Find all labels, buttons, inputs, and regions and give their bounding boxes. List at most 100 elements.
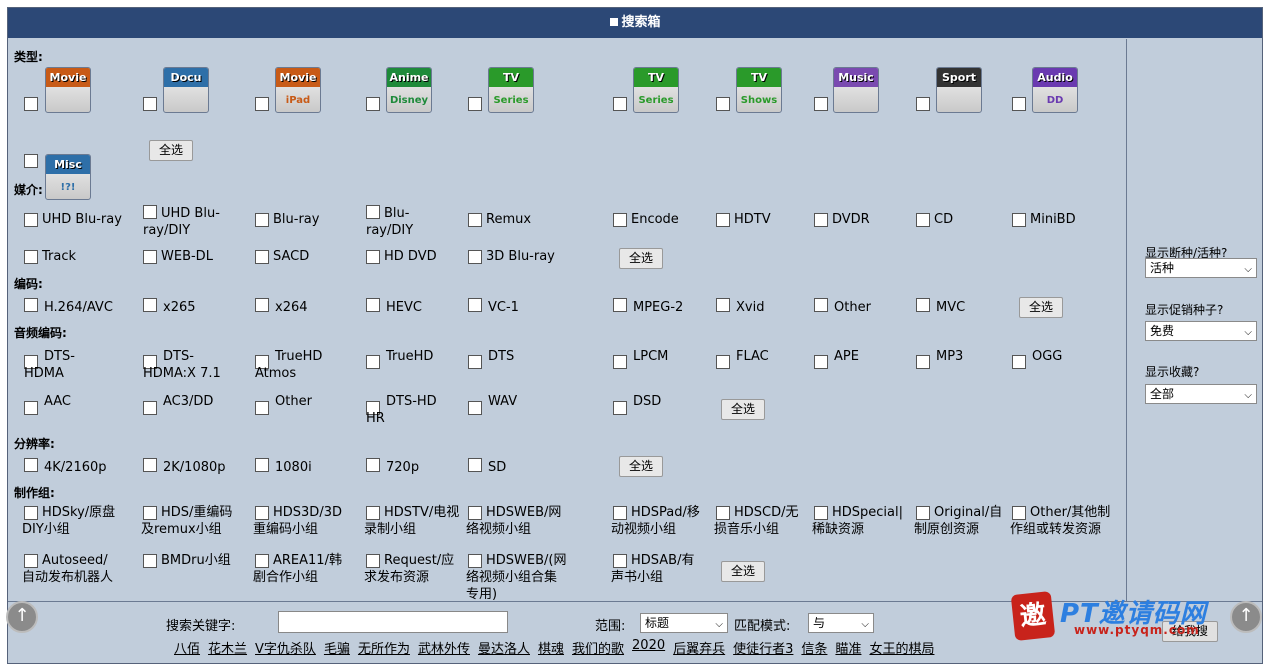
team-item-label: HDSCD/无损音乐小组 xyxy=(714,505,799,537)
team-item-label: HDSWEB/网络视频小组 xyxy=(466,505,562,537)
scope-select[interactable]: 标题 ⌵ xyxy=(640,613,728,633)
hot-keyword-link[interactable]: V字仇杀队 xyxy=(255,638,316,657)
select-all-team-button[interactable]: 全选 xyxy=(721,561,766,582)
codec-item-label: x264 xyxy=(275,300,308,315)
hot-keyword-link[interactable]: 我们的歌 xyxy=(572,638,624,657)
audio-item-label: FLAC xyxy=(736,349,769,364)
category-top-label: Music xyxy=(834,68,878,87)
audio-item-label: DTS-HD HR xyxy=(366,394,437,426)
misc-category-icon[interactable]: Misc!?! xyxy=(45,154,91,200)
hot-keyword-link[interactable]: 瞄准 xyxy=(835,638,861,657)
scope-label: 范围: xyxy=(595,619,626,634)
keyword-input[interactable] xyxy=(278,611,508,633)
movie-category-icon[interactable]: Movie iPad xyxy=(275,67,321,113)
team-item-label: Autoseed/自动发布机器人 xyxy=(22,553,114,585)
select-all-codec-button[interactable]: 全选 xyxy=(1019,297,1064,318)
section-resolution-label: 分辨率: xyxy=(14,437,55,451)
team-item-label: Other/其他制作组或转发资源 xyxy=(1010,505,1111,537)
hot-keyword-link[interactable]: 八佰 xyxy=(174,638,200,657)
section-team-label: 制作组: xyxy=(14,486,55,500)
search-box-panel: 搜索箱 类型: Movie Docu Movie iPad Anime Disney TV S… xyxy=(6,7,1263,664)
category-checkbox[interactable] xyxy=(24,154,38,168)
select-all-resolution-button[interactable]: 全选 xyxy=(619,456,664,477)
anime-category-icon[interactable]: Anime Disney xyxy=(386,67,432,113)
watermark-logo-icon: 邀 xyxy=(1010,591,1056,641)
hot-keyword-link[interactable]: 女王的棋局 xyxy=(869,638,934,657)
chevron-down-icon: ⌵ xyxy=(1244,327,1252,338)
category-checkbox[interactable] xyxy=(613,97,627,111)
category-checkbox[interactable] xyxy=(255,97,269,111)
category-bottom-label xyxy=(164,87,208,112)
hot-keyword-link[interactable]: 无所作为 xyxy=(358,638,410,657)
filter-area: 类型: Movie Docu Movie iPad Anime Disney TV Serie… xyxy=(8,39,1127,602)
category-checkbox[interactable] xyxy=(814,97,828,111)
hot-keyword-link[interactable]: 后翼弃兵 xyxy=(673,638,725,657)
promotion-value: 免费 xyxy=(1150,324,1175,338)
audio-item-label: TrueHD Atmos xyxy=(255,349,323,381)
hot-keyword-link[interactable]: 武林外传 xyxy=(418,638,470,657)
category-bottom-label: Series xyxy=(638,95,674,106)
select-all-type-button[interactable]: 全选 xyxy=(149,140,194,161)
medium-item-label: MiniBD xyxy=(1030,212,1076,227)
medium-item-label: Track xyxy=(42,249,77,264)
team-item-label: AREA11/韩剧合作小组 xyxy=(253,553,342,585)
team-item-label: HDS3D/3D重编码小组 xyxy=(253,505,342,537)
hot-keyword-link[interactable]: 棋魂 xyxy=(538,638,564,657)
audio-item-label: AAC xyxy=(44,394,71,409)
dead-alive-select[interactable]: 活种 ⌵ xyxy=(1145,258,1257,278)
tv-category-icon[interactable]: TV Series xyxy=(488,67,534,113)
category-checkbox[interactable] xyxy=(24,97,38,111)
category-top-label: Sport xyxy=(937,68,981,87)
match-mode-select[interactable]: 与 ⌵ xyxy=(808,613,874,633)
scope-value: 标题 xyxy=(645,616,670,630)
hot-keyword-link[interactable]: 使徒行者3 xyxy=(733,638,793,657)
category-top-label: Movie xyxy=(276,68,320,87)
scroll-up-left-icon[interactable]: ↑ xyxy=(6,601,38,633)
section-medium-label: 媒介: xyxy=(14,183,43,197)
docu-category-icon[interactable]: Docu xyxy=(163,67,209,113)
select-all-audio-button[interactable]: 全选 xyxy=(721,399,766,420)
hot-keyword-link[interactable]: 曼达洛人 xyxy=(478,638,530,657)
resolution-item-label: 2K/1080p xyxy=(163,460,226,475)
movie-category-icon[interactable]: Movie xyxy=(45,67,91,113)
audio-item-label: OGG xyxy=(1032,349,1063,364)
favorites-label: 显示收藏? xyxy=(1145,365,1200,379)
scroll-up-right-icon[interactable]: ↑ xyxy=(1230,601,1262,633)
resolution-item-label: 1080i xyxy=(275,460,312,475)
music-category-icon[interactable]: Music xyxy=(833,67,879,113)
category-top-label: Movie xyxy=(46,68,90,87)
audio-category-icon[interactable]: Audio DD xyxy=(1032,67,1078,113)
category-top-label: Anime xyxy=(387,68,431,87)
sport-category-icon[interactable]: Sport xyxy=(936,67,982,113)
search-box-header[interactable]: 搜索箱 xyxy=(8,8,1262,38)
team-item-label: HDSPad/移动视频小组 xyxy=(611,505,700,537)
category-top-label: TV xyxy=(737,68,781,87)
favorites-select[interactable]: 全部 ⌵ xyxy=(1145,384,1257,404)
select-all-medium-button[interactable]: 全选 xyxy=(619,248,664,269)
category-checkbox[interactable] xyxy=(143,97,157,111)
category-top-label: TV xyxy=(634,68,678,87)
category-checkbox[interactable] xyxy=(916,97,930,111)
chevron-down-icon: ⌵ xyxy=(1244,264,1252,275)
codec-item-label: H.264/AVC xyxy=(44,300,113,315)
category-checkbox[interactable] xyxy=(468,97,482,111)
promotion-select[interactable]: 免费 ⌵ xyxy=(1145,321,1257,341)
dead-alive-value: 活种 xyxy=(1150,261,1175,275)
hot-keyword-link[interactable]: 2020 xyxy=(632,638,665,653)
collapse-icon[interactable] xyxy=(609,16,620,27)
tv-category-icon[interactable]: TV Series xyxy=(633,67,679,113)
team-item-label: HDSWEB/(网络视频小组合集专用) xyxy=(466,553,567,602)
codec-item-label: MVC xyxy=(936,300,966,315)
category-checkbox[interactable] xyxy=(1012,97,1026,111)
hot-keyword-link[interactable]: 信条 xyxy=(801,638,827,657)
category-checkbox[interactable] xyxy=(366,97,380,111)
hot-keyword-link[interactable]: 花木兰 xyxy=(208,638,247,657)
category-checkbox[interactable] xyxy=(716,97,730,111)
resolution-item-label: SD xyxy=(488,460,507,475)
tv-category-icon[interactable]: TV Shows xyxy=(736,67,782,113)
section-codec-label: 编码: xyxy=(14,277,43,291)
hot-keyword-link[interactable]: 毛骗 xyxy=(324,638,350,657)
codec-item-label: VC-1 xyxy=(488,300,519,315)
medium-item-label: Remux xyxy=(486,212,532,227)
medium-item-label: Blu-ray xyxy=(273,212,320,227)
